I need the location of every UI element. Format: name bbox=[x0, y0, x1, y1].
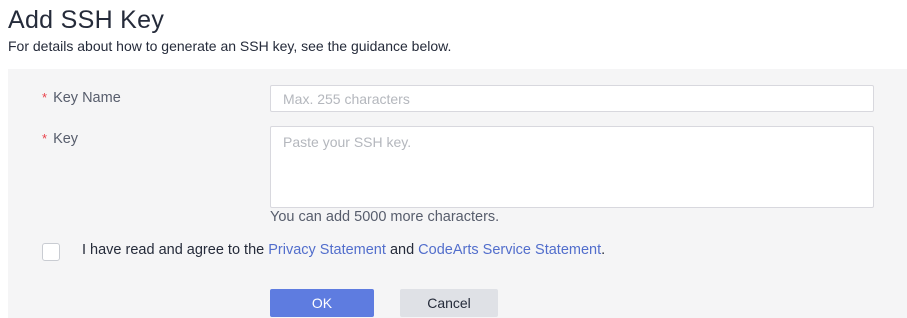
agreement-and: and bbox=[389, 242, 415, 258]
key-name-label: * Key Name bbox=[42, 90, 121, 106]
key-label-text: Key bbox=[53, 131, 79, 147]
agreement-checkbox[interactable] bbox=[42, 243, 60, 261]
dialog-subtitle: For details about how to generate an SSH… bbox=[8, 38, 452, 54]
agreement-text: I have read and agree to the Privacy Sta… bbox=[82, 242, 605, 258]
cancel-button[interactable]: Cancel bbox=[400, 289, 498, 317]
key-name-input[interactable] bbox=[270, 85, 874, 112]
key-textarea[interactable] bbox=[270, 126, 874, 208]
agreement-suffix: . bbox=[601, 242, 606, 258]
agreement-prefix: I have read and agree to the bbox=[82, 242, 265, 258]
key-char-count-hint: You can add 5000 more characters. bbox=[270, 209, 500, 225]
required-mark: * bbox=[42, 131, 48, 146]
key-name-label-text: Key Name bbox=[53, 90, 121, 106]
ok-button[interactable]: OK bbox=[270, 289, 374, 317]
key-label: * Key bbox=[42, 131, 78, 147]
required-mark: * bbox=[42, 90, 48, 105]
dialog-title: Add SSH Key bbox=[8, 6, 165, 34]
service-statement-link[interactable]: CodeArts Service Statement bbox=[418, 242, 601, 258]
privacy-statement-link[interactable]: Privacy Statement bbox=[268, 242, 386, 258]
